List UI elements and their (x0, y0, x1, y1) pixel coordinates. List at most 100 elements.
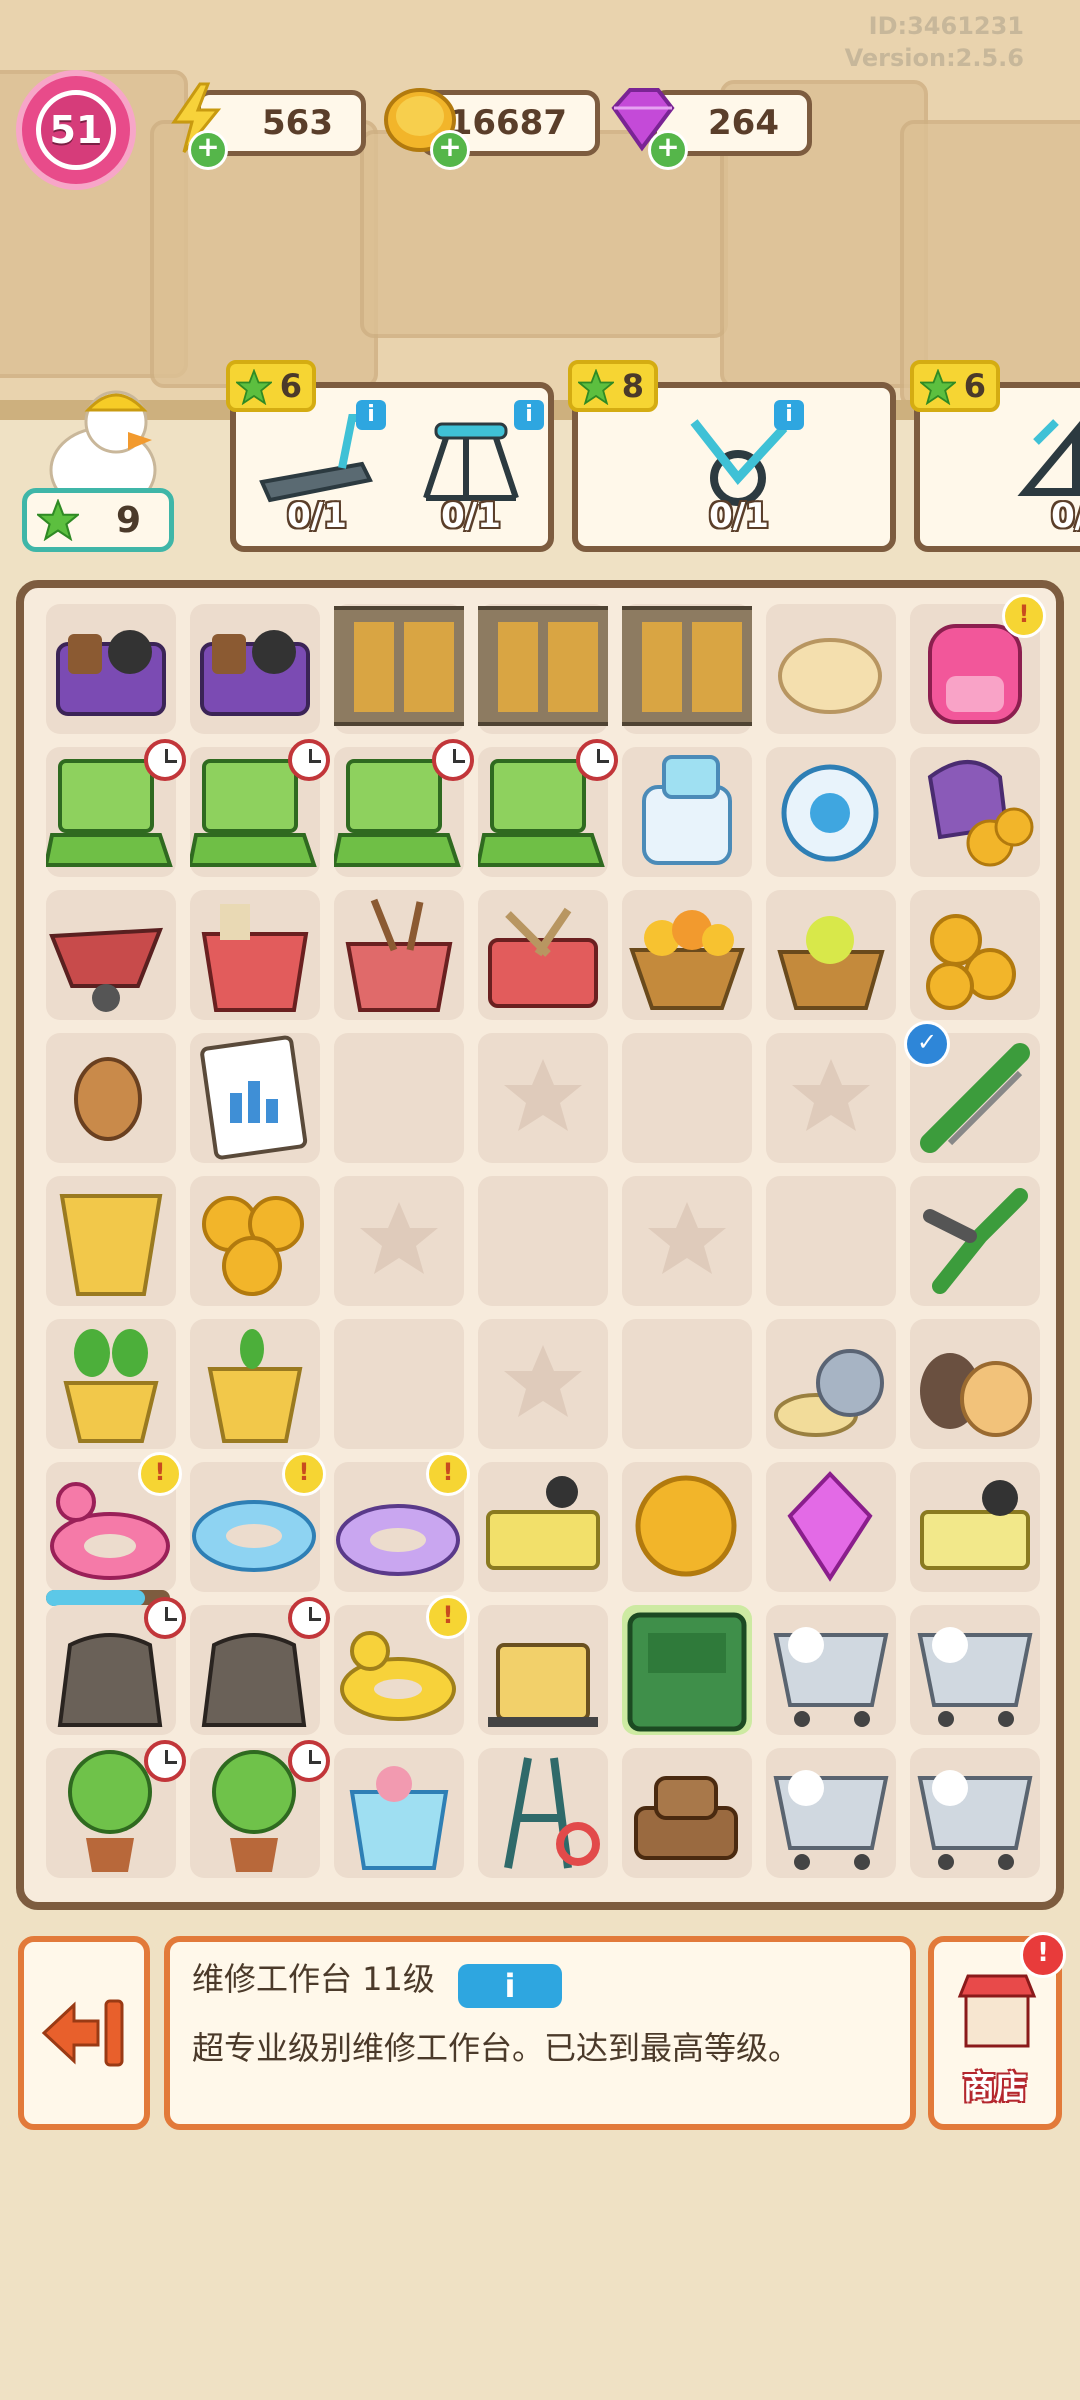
board-cell-locked[interactable] (478, 1319, 608, 1449)
board-cell[interactable] (46, 1033, 176, 1163)
board-cell[interactable] (190, 890, 320, 1020)
locker-icon (334, 606, 464, 726)
shovel-bucket-icon (345, 898, 453, 1012)
board-cell-locked[interactable] (766, 1033, 896, 1163)
board-cell[interactable] (46, 1319, 176, 1449)
board-cell[interactable] (910, 1605, 1040, 1735)
board-cell-empty[interactable] (766, 1176, 896, 1306)
board-cell-empty[interactable] (334, 1319, 464, 1449)
board-cell[interactable] (190, 1319, 320, 1449)
info-icon[interactable]: i (514, 400, 544, 430)
board-cell-empty[interactable] (478, 1176, 608, 1306)
board-cell-empty[interactable] (622, 1319, 752, 1449)
board-cell[interactable]: ! (190, 1452, 326, 1592)
coin-add-button[interactable]: + (430, 130, 470, 170)
potted-plant-icon (63, 1329, 159, 1443)
board-cell[interactable]: ! (910, 594, 1046, 734)
player-id: ID:3461231 (868, 12, 1024, 40)
board-cell[interactable] (190, 1740, 330, 1878)
board-cell[interactable] (766, 604, 896, 734)
timer-icon (144, 1740, 186, 1782)
board-cell[interactable] (766, 890, 896, 1020)
board-cell[interactable]: ✓ (904, 1021, 1040, 1163)
locker-icon (622, 606, 752, 726)
board-cell[interactable] (910, 890, 1040, 1020)
board-cell[interactable] (478, 604, 608, 734)
board-cell[interactable] (190, 1597, 330, 1735)
info-icon[interactable]: i (356, 400, 386, 430)
star-icon (920, 369, 956, 405)
order-card-1[interactable]: 6 0/1 i 0/1 i (226, 360, 554, 552)
board-cell[interactable] (766, 1605, 896, 1735)
board-cell[interactable]: ! (334, 1452, 470, 1592)
board-cell[interactable] (622, 1605, 752, 1735)
board-cell[interactable]: ! (46, 1452, 182, 1606)
board-cell[interactable] (478, 739, 618, 877)
flower-basket-icon (629, 910, 745, 1010)
board-cell[interactable]: ! (334, 1595, 470, 1735)
board-cell-locked[interactable] (478, 1033, 608, 1163)
board-cell[interactable] (190, 1033, 320, 1163)
order-item-count: 0/1 (1051, 496, 1080, 536)
board-cell[interactable] (46, 1597, 186, 1735)
board-cell[interactable] (766, 1462, 896, 1592)
board-cell[interactable] (46, 1176, 176, 1306)
board-cell[interactable] (766, 1319, 896, 1449)
board-cell-empty[interactable] (334, 1033, 464, 1163)
board-cell[interactable] (334, 1748, 464, 1878)
shop-icon (957, 1974, 1037, 2048)
coins-icon (202, 1196, 304, 1296)
info-icon[interactable]: i (774, 400, 804, 430)
board-cell[interactable] (46, 739, 186, 877)
water-dispenser-icon (642, 755, 732, 865)
board-cell[interactable] (190, 1176, 320, 1306)
item-info-button[interactable]: i (458, 1963, 562, 2008)
level-badge[interactable]: 51 (16, 70, 136, 190)
dumbbell-basket-icon (920, 1480, 1030, 1570)
timer-icon (288, 739, 330, 781)
coin-value: 16687 (448, 103, 567, 143)
gem-add-button[interactable]: + (648, 130, 688, 170)
board-cell[interactable] (334, 739, 474, 877)
exit-button[interactable] (18, 1936, 150, 2130)
dumbbell-cart-icon (486, 1476, 600, 1570)
hamsters-icon (920, 1353, 1032, 1437)
order-card-3[interactable]: 6 0/1 (910, 360, 1080, 552)
board-cell[interactable] (478, 1748, 608, 1878)
board-cell[interactable] (622, 604, 752, 734)
star-outline-icon (648, 1202, 726, 1274)
board-cell[interactable] (910, 1176, 1040, 1306)
board-cell[interactable] (766, 1748, 896, 1878)
board-cell-locked[interactable] (334, 1176, 464, 1306)
wheelbarrow-icon (49, 927, 164, 1012)
energy-add-button[interactable]: + (188, 130, 228, 170)
board-cell[interactable] (334, 604, 464, 734)
board-cell[interactable] (478, 1605, 608, 1735)
board-cell[interactable] (910, 1462, 1040, 1592)
timer-icon (144, 739, 186, 781)
order-card-2[interactable]: 8 0/1 i (568, 360, 896, 552)
planter-pot-icon (59, 1194, 163, 1296)
board-cell[interactable] (910, 747, 1040, 877)
board-cell-empty[interactable] (622, 1033, 752, 1163)
board-cell[interactable] (622, 747, 752, 877)
board-cell[interactable] (478, 1462, 608, 1592)
board-cell[interactable] (190, 604, 320, 734)
sand-bucket-icon (349, 1766, 449, 1870)
board-cell[interactable] (622, 890, 752, 1020)
board-cell[interactable] (46, 890, 176, 1020)
board-cell[interactable] (46, 604, 176, 734)
board-cell[interactable] (622, 1462, 752, 1592)
board-cell[interactable] (46, 1740, 186, 1878)
level-value: 51 (36, 90, 116, 170)
board-cell[interactable] (622, 1748, 752, 1878)
board-cell-locked[interactable] (622, 1176, 752, 1306)
alert-icon: ! (426, 1452, 470, 1496)
board-cell[interactable] (478, 890, 608, 1020)
board-cell[interactable] (910, 1319, 1040, 1449)
shop-button[interactable]: 商店 ! (928, 1932, 1066, 2130)
board-cell[interactable] (910, 1748, 1040, 1878)
board-cell[interactable] (766, 747, 896, 877)
board-cell[interactable] (334, 890, 464, 1020)
board-cell[interactable] (190, 739, 330, 877)
